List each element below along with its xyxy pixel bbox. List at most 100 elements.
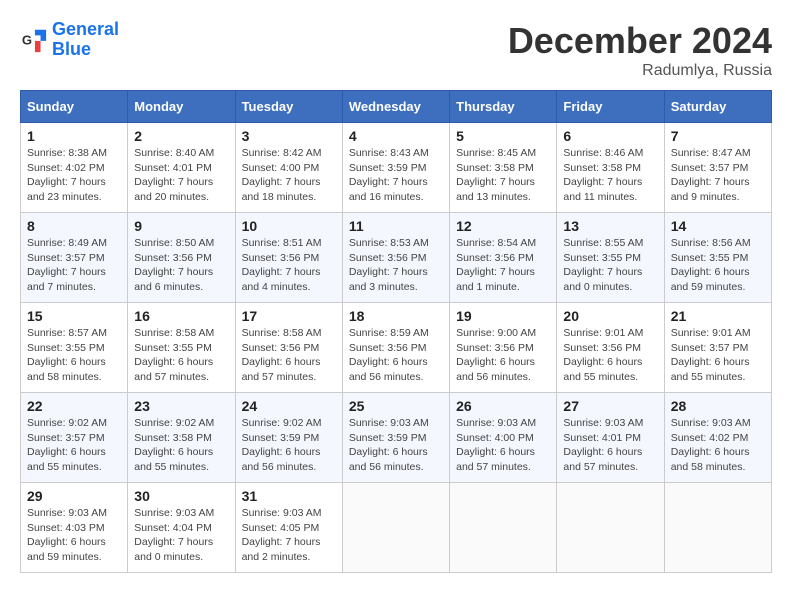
day-number: 12: [456, 218, 550, 234]
calendar-week-row: 1 Sunrise: 8:38 AMSunset: 4:02 PMDayligh…: [21, 123, 772, 213]
day-number: 8: [27, 218, 121, 234]
day-info: Sunrise: 9:03 AMSunset: 4:00 PMDaylight:…: [456, 416, 550, 475]
calendar-cell: 8 Sunrise: 8:49 AMSunset: 3:57 PMDayligh…: [21, 213, 128, 303]
day-number: 21: [671, 308, 765, 324]
day-number: 22: [27, 398, 121, 414]
calendar-cell: 15 Sunrise: 8:57 AMSunset: 3:55 PMDaylig…: [21, 303, 128, 393]
day-number: 10: [242, 218, 336, 234]
calendar-cell: 4 Sunrise: 8:43 AMSunset: 3:59 PMDayligh…: [342, 123, 449, 213]
day-info: Sunrise: 8:42 AMSunset: 4:00 PMDaylight:…: [242, 146, 336, 205]
calendar-cell: 7 Sunrise: 8:47 AMSunset: 3:57 PMDayligh…: [664, 123, 771, 213]
day-info: Sunrise: 8:40 AMSunset: 4:01 PMDaylight:…: [134, 146, 228, 205]
calendar-cell: 19 Sunrise: 9:00 AMSunset: 3:56 PMDaylig…: [450, 303, 557, 393]
calendar-cell: 12 Sunrise: 8:54 AMSunset: 3:56 PMDaylig…: [450, 213, 557, 303]
day-info: Sunrise: 9:03 AMSunset: 4:04 PMDaylight:…: [134, 506, 228, 565]
day-info: Sunrise: 8:58 AMSunset: 3:55 PMDaylight:…: [134, 326, 228, 385]
calendar-cell: 18 Sunrise: 8:59 AMSunset: 3:56 PMDaylig…: [342, 303, 449, 393]
day-info: Sunrise: 8:43 AMSunset: 3:59 PMDaylight:…: [349, 146, 443, 205]
day-info: Sunrise: 9:03 AMSunset: 4:03 PMDaylight:…: [27, 506, 121, 565]
calendar-cell: 11 Sunrise: 8:53 AMSunset: 3:56 PMDaylig…: [342, 213, 449, 303]
title-section: December 2024 Radumlya, Russia: [508, 20, 772, 80]
day-number: 16: [134, 308, 228, 324]
calendar-cell: 23 Sunrise: 9:02 AMSunset: 3:58 PMDaylig…: [128, 393, 235, 483]
header-tuesday: Tuesday: [235, 91, 342, 123]
svg-text:G: G: [22, 32, 32, 47]
calendar-cell: 1 Sunrise: 8:38 AMSunset: 4:02 PMDayligh…: [21, 123, 128, 213]
calendar-cell: 27 Sunrise: 9:03 AMSunset: 4:01 PMDaylig…: [557, 393, 664, 483]
day-number: 2: [134, 128, 228, 144]
day-number: 13: [563, 218, 657, 234]
day-number: 27: [563, 398, 657, 414]
month-title: December 2024: [508, 20, 772, 62]
day-info: Sunrise: 8:57 AMSunset: 3:55 PMDaylight:…: [27, 326, 121, 385]
day-info: Sunrise: 9:02 AMSunset: 3:57 PMDaylight:…: [27, 416, 121, 475]
calendar-cell: 29 Sunrise: 9:03 AMSunset: 4:03 PMDaylig…: [21, 483, 128, 573]
calendar-cell: 31 Sunrise: 9:03 AMSunset: 4:05 PMDaylig…: [235, 483, 342, 573]
day-number: 6: [563, 128, 657, 144]
day-number: 1: [27, 128, 121, 144]
day-info: Sunrise: 9:03 AMSunset: 4:05 PMDaylight:…: [242, 506, 336, 565]
day-info: Sunrise: 9:02 AMSunset: 3:59 PMDaylight:…: [242, 416, 336, 475]
calendar-week-row: 8 Sunrise: 8:49 AMSunset: 3:57 PMDayligh…: [21, 213, 772, 303]
day-number: 19: [456, 308, 550, 324]
day-number: 7: [671, 128, 765, 144]
day-info: Sunrise: 8:51 AMSunset: 3:56 PMDaylight:…: [242, 236, 336, 295]
calendar-cell: 26 Sunrise: 9:03 AMSunset: 4:00 PMDaylig…: [450, 393, 557, 483]
header-friday: Friday: [557, 91, 664, 123]
day-info: Sunrise: 8:50 AMSunset: 3:56 PMDaylight:…: [134, 236, 228, 295]
header-sunday: Sunday: [21, 91, 128, 123]
day-info: Sunrise: 8:45 AMSunset: 3:58 PMDaylight:…: [456, 146, 550, 205]
day-info: Sunrise: 8:55 AMSunset: 3:55 PMDaylight:…: [563, 236, 657, 295]
day-info: Sunrise: 8:46 AMSunset: 3:58 PMDaylight:…: [563, 146, 657, 205]
header-thursday: Thursday: [450, 91, 557, 123]
day-number: 17: [242, 308, 336, 324]
calendar-week-row: 29 Sunrise: 9:03 AMSunset: 4:03 PMDaylig…: [21, 483, 772, 573]
day-number: 5: [456, 128, 550, 144]
day-info: Sunrise: 8:54 AMSunset: 3:56 PMDaylight:…: [456, 236, 550, 295]
calendar-cell: 24 Sunrise: 9:02 AMSunset: 3:59 PMDaylig…: [235, 393, 342, 483]
calendar-week-row: 15 Sunrise: 8:57 AMSunset: 3:55 PMDaylig…: [21, 303, 772, 393]
calendar-cell: 13 Sunrise: 8:55 AMSunset: 3:55 PMDaylig…: [557, 213, 664, 303]
calendar-header-row: SundayMondayTuesdayWednesdayThursdayFrid…: [21, 91, 772, 123]
header-saturday: Saturday: [664, 91, 771, 123]
calendar-cell: 2 Sunrise: 8:40 AMSunset: 4:01 PMDayligh…: [128, 123, 235, 213]
calendar-cell: 16 Sunrise: 8:58 AMSunset: 3:55 PMDaylig…: [128, 303, 235, 393]
day-number: 18: [349, 308, 443, 324]
page-header: G General Blue December 2024 Radumlya, R…: [20, 20, 772, 80]
day-info: Sunrise: 9:00 AMSunset: 3:56 PMDaylight:…: [456, 326, 550, 385]
calendar-cell: 21 Sunrise: 9:01 AMSunset: 3:57 PMDaylig…: [664, 303, 771, 393]
day-number: 25: [349, 398, 443, 414]
day-info: Sunrise: 9:03 AMSunset: 4:02 PMDaylight:…: [671, 416, 765, 475]
calendar-cell: 10 Sunrise: 8:51 AMSunset: 3:56 PMDaylig…: [235, 213, 342, 303]
day-number: 20: [563, 308, 657, 324]
day-number: 26: [456, 398, 550, 414]
calendar-cell: 28 Sunrise: 9:03 AMSunset: 4:02 PMDaylig…: [664, 393, 771, 483]
day-info: Sunrise: 8:53 AMSunset: 3:56 PMDaylight:…: [349, 236, 443, 295]
calendar-cell: 6 Sunrise: 8:46 AMSunset: 3:58 PMDayligh…: [557, 123, 664, 213]
day-info: Sunrise: 9:03 AMSunset: 3:59 PMDaylight:…: [349, 416, 443, 475]
calendar-table: SundayMondayTuesdayWednesdayThursdayFrid…: [20, 90, 772, 573]
header-monday: Monday: [128, 91, 235, 123]
calendar-cell: [557, 483, 664, 573]
day-number: 11: [349, 218, 443, 234]
day-number: 14: [671, 218, 765, 234]
day-info: Sunrise: 8:38 AMSunset: 4:02 PMDaylight:…: [27, 146, 121, 205]
day-number: 29: [27, 488, 121, 504]
day-info: Sunrise: 8:47 AMSunset: 3:57 PMDaylight:…: [671, 146, 765, 205]
day-number: 15: [27, 308, 121, 324]
day-number: 31: [242, 488, 336, 504]
calendar-cell: 14 Sunrise: 8:56 AMSunset: 3:55 PMDaylig…: [664, 213, 771, 303]
calendar-cell: 22 Sunrise: 9:02 AMSunset: 3:57 PMDaylig…: [21, 393, 128, 483]
day-number: 3: [242, 128, 336, 144]
day-number: 23: [134, 398, 228, 414]
day-info: Sunrise: 9:01 AMSunset: 3:56 PMDaylight:…: [563, 326, 657, 385]
calendar-cell: [450, 483, 557, 573]
calendar-cell: 30 Sunrise: 9:03 AMSunset: 4:04 PMDaylig…: [128, 483, 235, 573]
day-info: Sunrise: 8:49 AMSunset: 3:57 PMDaylight:…: [27, 236, 121, 295]
day-number: 28: [671, 398, 765, 414]
calendar-cell: 25 Sunrise: 9:03 AMSunset: 3:59 PMDaylig…: [342, 393, 449, 483]
calendar-cell: [664, 483, 771, 573]
day-number: 9: [134, 218, 228, 234]
calendar-week-row: 22 Sunrise: 9:02 AMSunset: 3:57 PMDaylig…: [21, 393, 772, 483]
calendar-cell: 9 Sunrise: 8:50 AMSunset: 3:56 PMDayligh…: [128, 213, 235, 303]
